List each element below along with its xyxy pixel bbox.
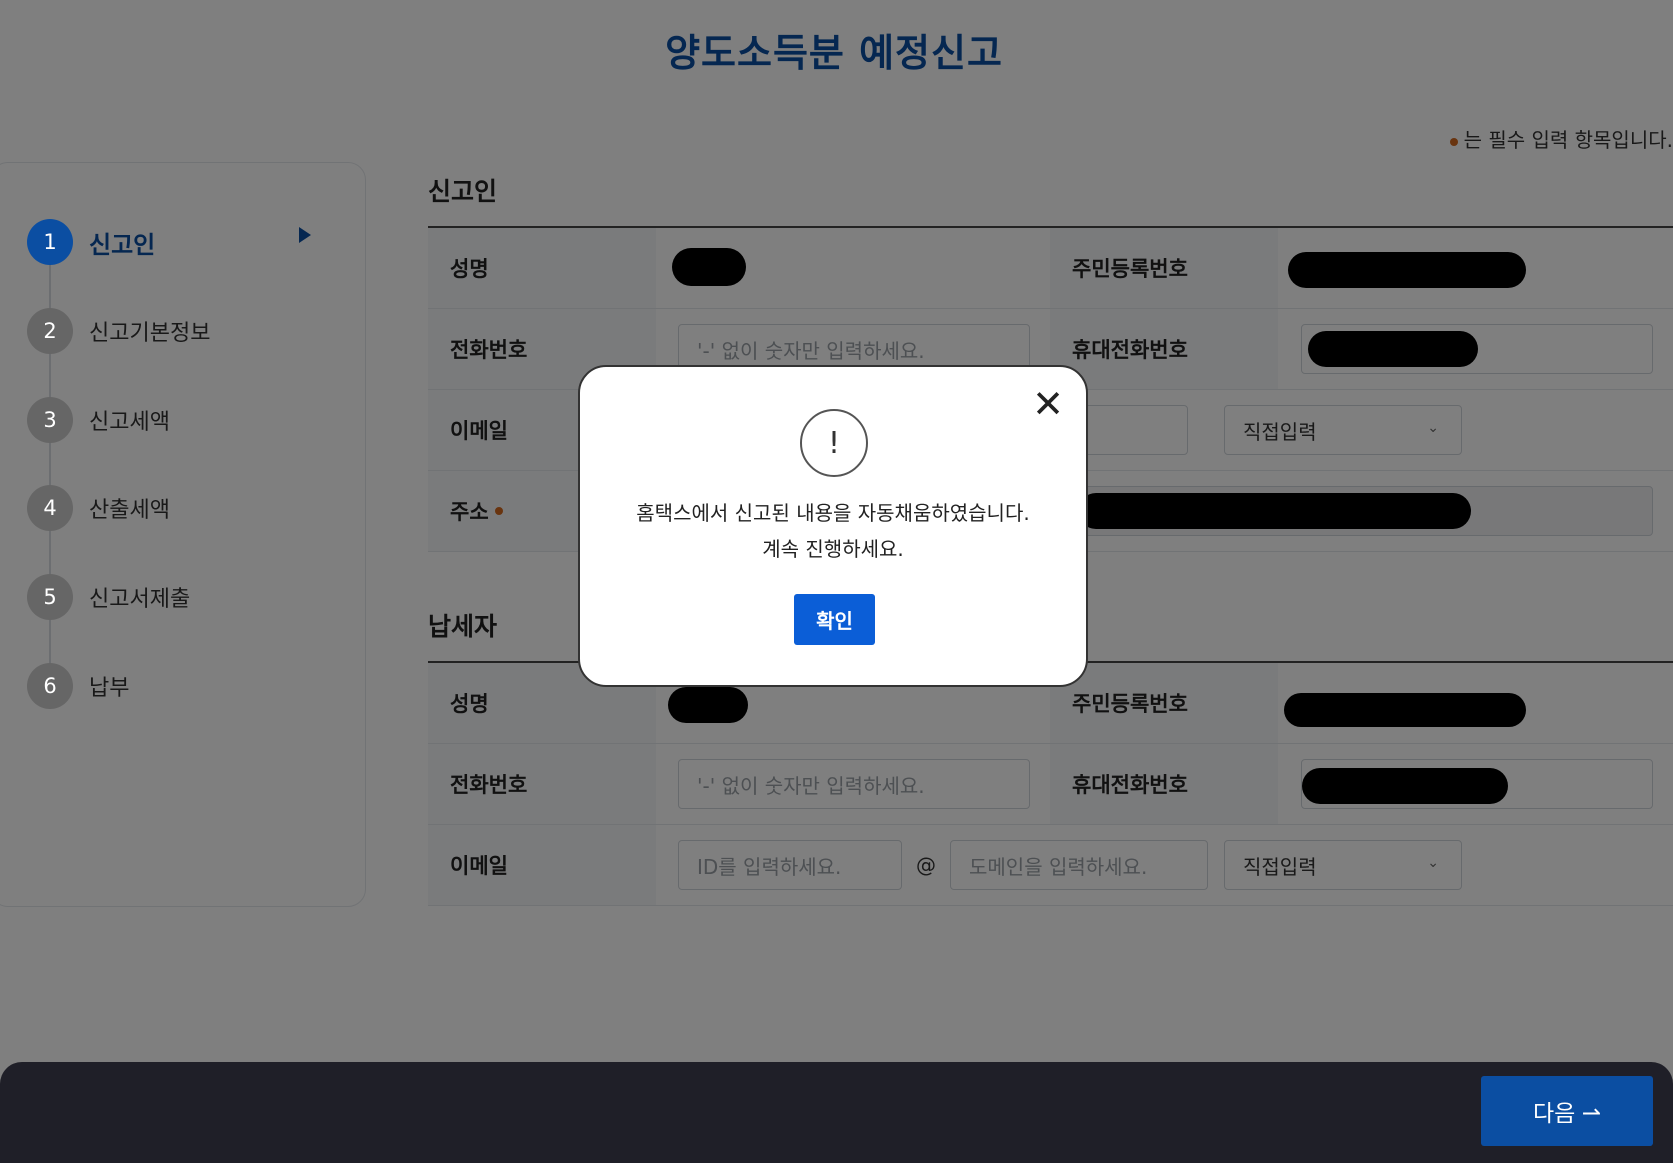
- step-number: 3: [27, 397, 73, 443]
- next-button[interactable]: 다음 ⇀: [1481, 1076, 1653, 1146]
- alert-message-line-2: 계속 진행하세요.: [762, 537, 904, 561]
- step-number: 6: [27, 663, 73, 709]
- close-icon[interactable]: ✕: [1032, 385, 1064, 423]
- step-number: 1: [27, 219, 73, 265]
- bottom-action-bar: 다음 ⇀: [0, 1062, 1673, 1163]
- alert-dialog: ✕ ! 홈택스에서 신고된 내용을 자동채움하였습니다. 계속 진행하세요. 확…: [578, 365, 1088, 687]
- step-number: 5: [27, 574, 73, 620]
- confirm-button[interactable]: 확인: [794, 594, 875, 645]
- step-number: 4: [27, 485, 73, 531]
- step-number: 2: [27, 308, 73, 354]
- exclamation-icon: !: [800, 409, 868, 477]
- alert-message-line-1: 홈택스에서 신고된 내용을 자동채움하였습니다.: [636, 501, 1030, 525]
- alert-message: 홈택스에서 신고된 내용을 자동채움하였습니다. 계속 진행하세요.: [580, 495, 1086, 567]
